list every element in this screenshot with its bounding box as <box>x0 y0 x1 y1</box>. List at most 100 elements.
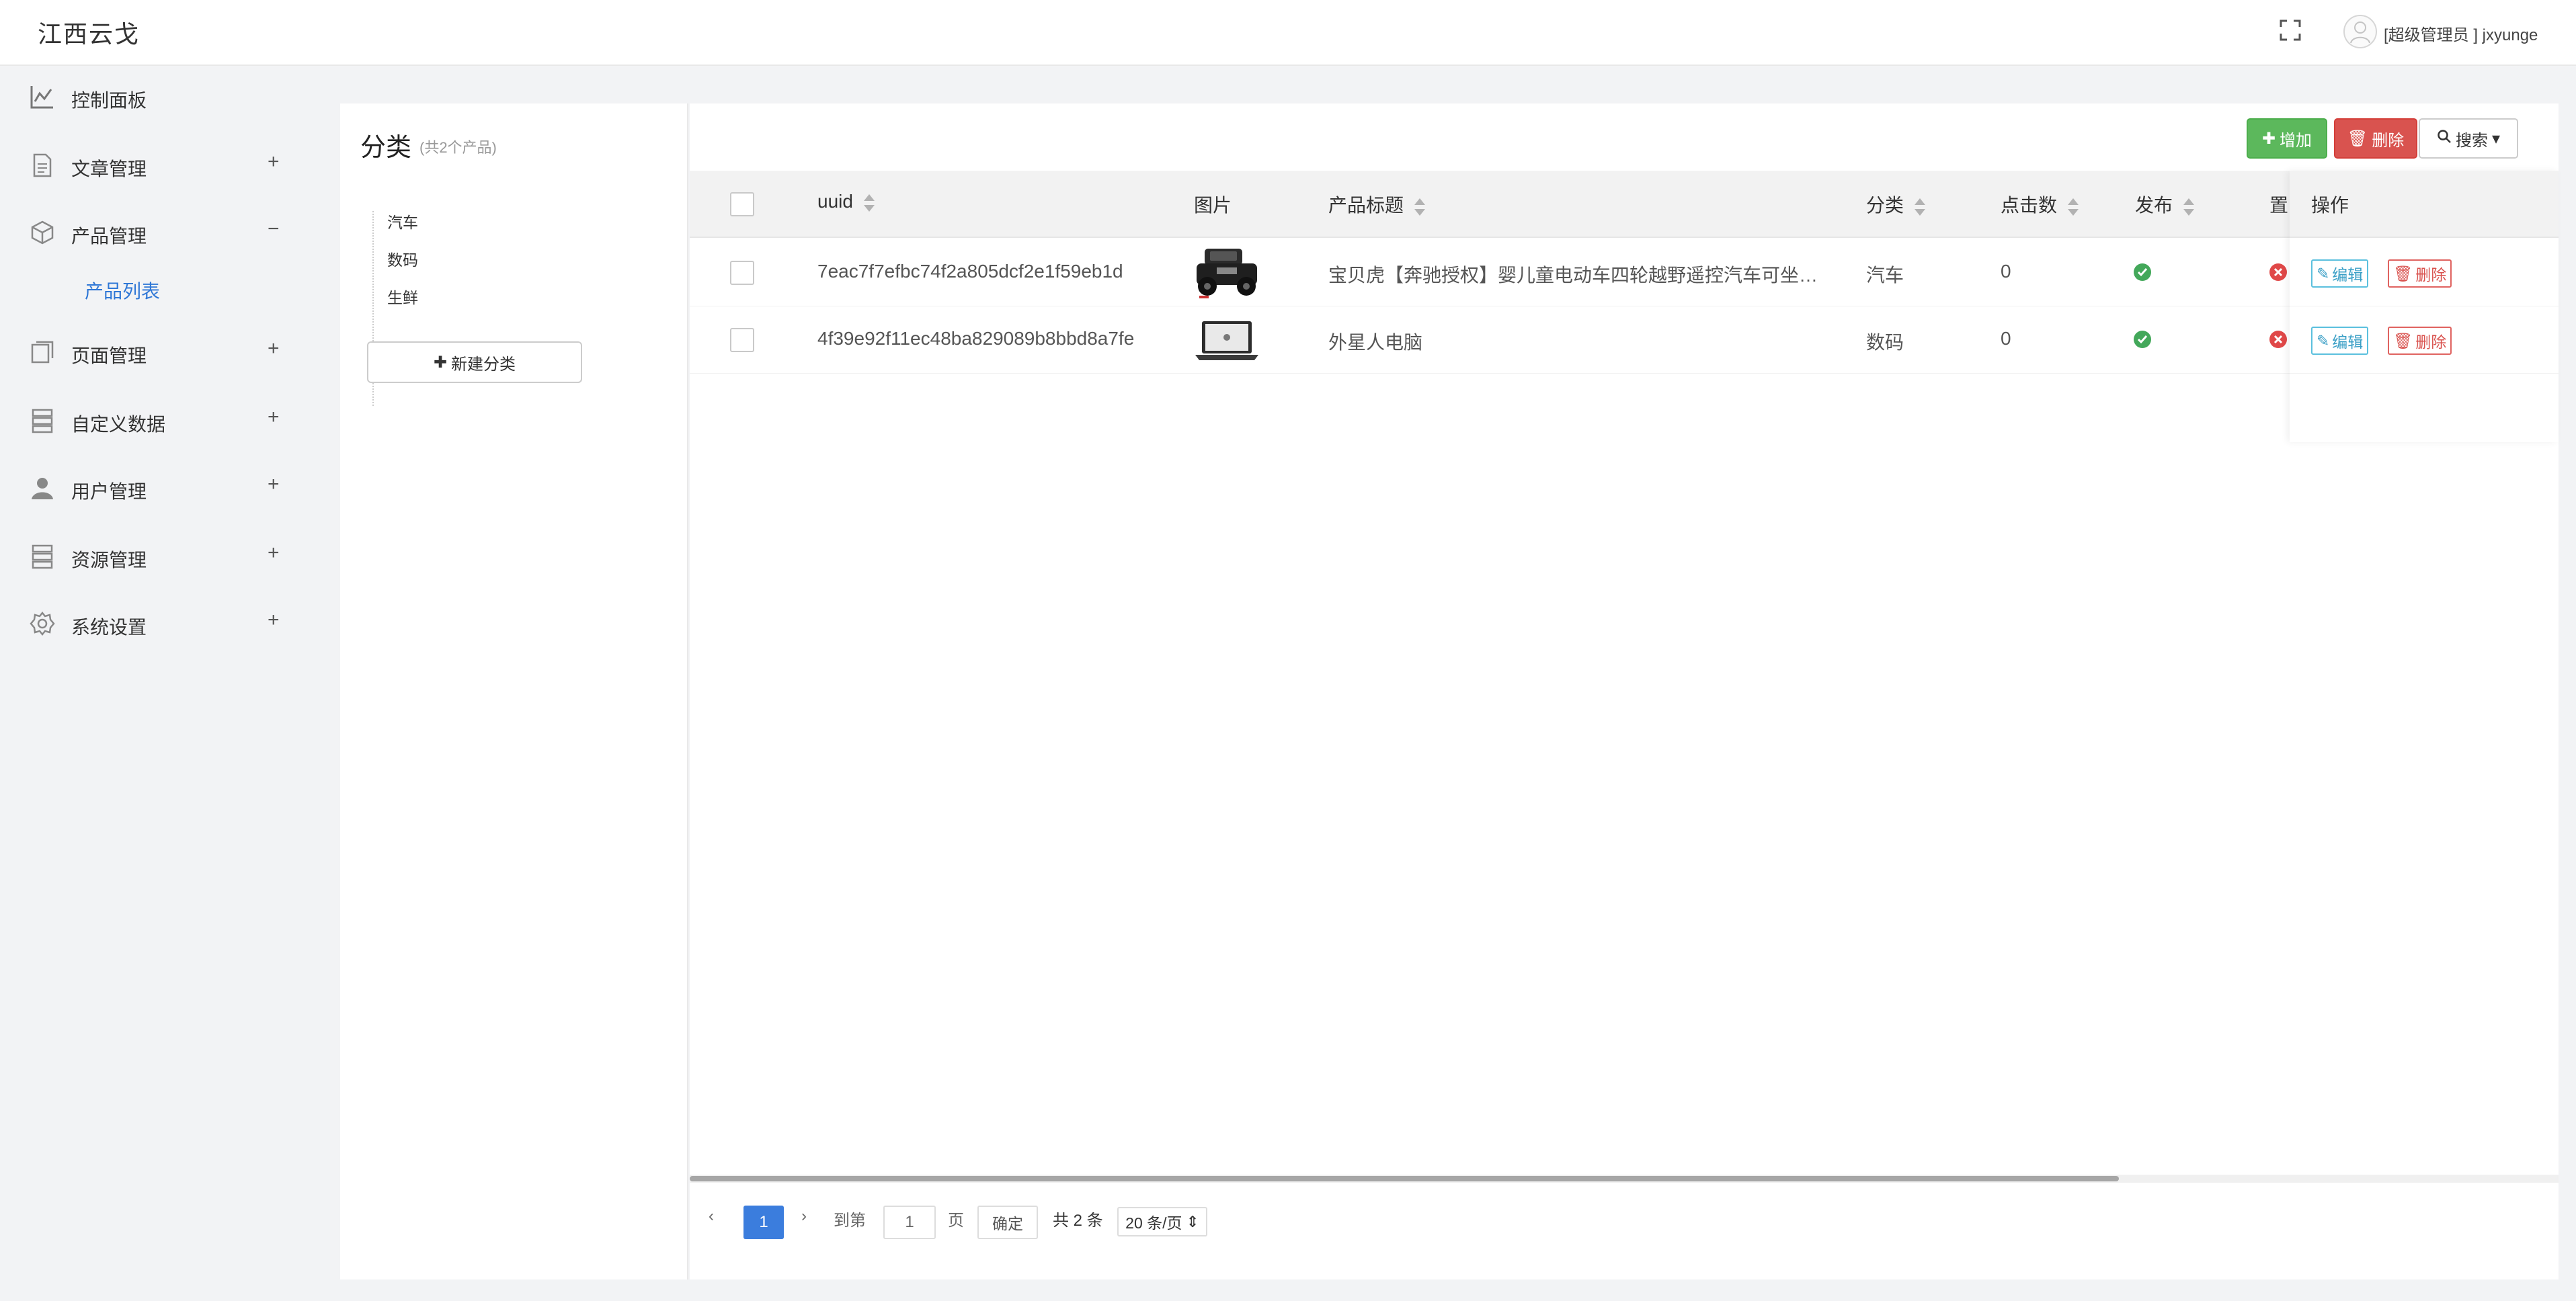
user-icon <box>30 475 55 501</box>
column-header-category[interactable]: 分类 <box>1866 191 1926 218</box>
category-item[interactable]: 汽车 <box>387 210 418 233</box>
sidebar-item-users[interactable]: 用户管理 + <box>0 464 316 511</box>
column-header-actions: 操作 <box>2311 195 2349 216</box>
category-item[interactable]: 数码 <box>387 247 418 270</box>
delete-label: 删除 <box>2372 131 2405 150</box>
sort-icon[interactable] <box>2066 197 2079 217</box>
new-category-button[interactable]: ✚ 新建分类 <box>367 341 582 383</box>
laptop-image[interactable] <box>1193 313 1261 367</box>
collapse-icon[interactable]: − <box>268 218 280 241</box>
edit-label: 编辑 <box>2332 333 2364 351</box>
trash-icon: 🗑 <box>2393 264 2413 282</box>
column-header-clicks[interactable]: 点击数 <box>2001 191 2079 218</box>
delete-button[interactable]: 🗑 删除 <box>2334 118 2417 159</box>
expand-icon[interactable]: + <box>268 542 280 564</box>
search-label: 搜索 <box>2455 131 2488 150</box>
top-bar: 江西云戈 [超级管理员 ] jxyunge <box>0 0 2576 66</box>
prev-page-icon[interactable]: ‹ <box>709 1207 714 1226</box>
cell-clicks: 0 <box>2001 261 2011 282</box>
fullscreen-icon[interactable] <box>2279 19 2302 42</box>
horizontal-scrollbar-thumb[interactable] <box>690 1176 2119 1181</box>
edit-button[interactable]: ✎ 编辑 <box>2311 327 2369 355</box>
delete-label: 删除 <box>2415 266 2447 284</box>
cell-title[interactable]: 外星人电脑 <box>1328 328 1819 355</box>
sort-icon[interactable] <box>1913 197 1926 217</box>
edit-icon: ✎ <box>2317 264 2330 282</box>
expand-icon[interactable]: + <box>268 473 280 496</box>
caret-down-icon: ▾ <box>2491 129 2501 148</box>
sidebar-item-pages[interactable]: 页面管理 + <box>0 328 316 375</box>
page-label: 页 <box>948 1212 964 1230</box>
sidebar-item-label: 文章管理 <box>71 159 147 179</box>
sort-icon[interactable] <box>862 193 875 213</box>
page-size-value: 20 条/页 <box>1125 1214 1182 1232</box>
document-icon <box>30 153 55 178</box>
category-product-count: (共2个产品) <box>419 139 497 156</box>
page-number-current[interactable]: 1 <box>743 1206 784 1239</box>
category-item[interactable]: 生鲜 <box>387 285 418 308</box>
cell-clicks: 0 <box>2001 328 2011 349</box>
next-page-icon[interactable]: › <box>801 1207 807 1226</box>
sidebar-item-label: 自定义数据 <box>71 414 166 435</box>
published-check-icon[interactable] <box>2134 263 2151 281</box>
published-check-icon[interactable] <box>2134 331 2151 348</box>
sidebar: 控制面板 文章管理 + 产品管理 − 产品列表 页面管理 + 自定义数据 + 用… <box>0 67 316 1301</box>
dashboard-icon <box>30 84 55 110</box>
expand-icon[interactable]: + <box>268 337 280 360</box>
trash-icon: 🗑 <box>2347 129 2368 148</box>
sort-icon[interactable] <box>2182 197 2195 217</box>
search-icon <box>2437 129 2452 149</box>
goto-label: 到第 <box>834 1212 866 1230</box>
table-row: 4f39e92f11ec48ba829089b8bbd8a7fe 外星人电脑 数… <box>690 306 2559 374</box>
search-button[interactable]: 搜索 ▾ <box>2419 118 2518 159</box>
plus-icon: ✚ <box>2261 129 2276 148</box>
page-icon <box>30 339 55 365</box>
cell-title[interactable]: 宝贝虎【奔驰授权】婴儿童电动车四轮越野遥控汽车可坐… <box>1328 261 1819 288</box>
pagination: ‹ 1 › 到第 页 确定 共 2 条 20 条/页 ⇕ <box>690 1192 2559 1259</box>
toy-car-image[interactable] <box>1193 246 1261 300</box>
sidebar-item-settings[interactable]: 系统设置 + <box>0 599 316 646</box>
table-header: uuid 图片 产品标题 分类 点击数 发布 置 操作 <box>690 171 2559 238</box>
column-header-uuid[interactable]: uuid <box>817 191 875 213</box>
sidebar-item-resources[interactable]: 资源管理 + <box>0 532 316 579</box>
goto-confirm-button[interactable]: 确定 <box>977 1206 1038 1239</box>
add-label: 增加 <box>2280 131 2312 150</box>
sidebar-item-dashboard[interactable]: 控制面板 <box>0 73 316 120</box>
category-title: 分类 <box>360 134 412 162</box>
edit-label: 编辑 <box>2332 266 2364 284</box>
cell-uuid: 7eac7f7efbc74f2a805dcf2e1f59eb1d <box>817 261 1123 282</box>
row-delete-button[interactable]: 🗑 删除 <box>2388 259 2452 288</box>
sidebar-item-custom-data[interactable]: 自定义数据 + <box>0 396 316 444</box>
user-avatar-icon[interactable] <box>2343 15 2377 48</box>
edit-button[interactable]: ✎ 编辑 <box>2311 259 2369 288</box>
expand-icon[interactable]: + <box>268 609 280 632</box>
page-size-select[interactable]: 20 条/页 ⇕ <box>1117 1207 1207 1236</box>
top-x-icon[interactable] <box>2269 263 2287 281</box>
column-header-title[interactable]: 产品标题 <box>1328 191 1426 218</box>
user-menu[interactable]: [超级管理员 ] jxyunge <box>2384 22 2538 45</box>
row-checkbox[interactable] <box>730 261 754 285</box>
expand-icon[interactable]: + <box>268 406 280 429</box>
sidebar-item-products[interactable]: 产品管理 − <box>0 208 316 255</box>
new-category-label: 新建分类 <box>451 355 516 374</box>
add-button[interactable]: ✚ 增加 <box>2247 118 2327 159</box>
box-icon <box>30 220 55 245</box>
category-panel: 分类 (共2个产品) 汽车 数码 生鲜 ✚ 新建分类 <box>340 103 688 1279</box>
top-x-icon[interactable] <box>2269 331 2287 348</box>
expand-icon[interactable]: + <box>268 151 280 173</box>
row-delete-button[interactable]: 🗑 删除 <box>2388 327 2452 355</box>
sidebar-item-label: 产品管理 <box>71 226 147 247</box>
column-header-published[interactable]: 发布 <box>2135 191 2195 218</box>
sidebar-item-articles[interactable]: 文章管理 + <box>0 141 316 188</box>
sidebar-item-label: 控制面板 <box>71 90 147 111</box>
product-table-panel: ✚ 增加 🗑 删除 搜索 ▾ uuid 图片 产品标题 分类 点击数 发布 置 … <box>690 103 2559 1279</box>
goto-page-input[interactable] <box>883 1206 936 1239</box>
delete-label: 删除 <box>2415 333 2447 351</box>
brand-title: 江西云戈 <box>38 20 140 48</box>
row-checkbox[interactable] <box>730 328 754 352</box>
select-all-checkbox[interactable] <box>730 192 754 216</box>
sort-icon[interactable] <box>1413 197 1426 217</box>
database-icon <box>30 408 55 433</box>
column-header-top: 置 <box>2269 195 2289 216</box>
sidebar-subitem-product-list[interactable]: 产品列表 <box>85 277 160 304</box>
